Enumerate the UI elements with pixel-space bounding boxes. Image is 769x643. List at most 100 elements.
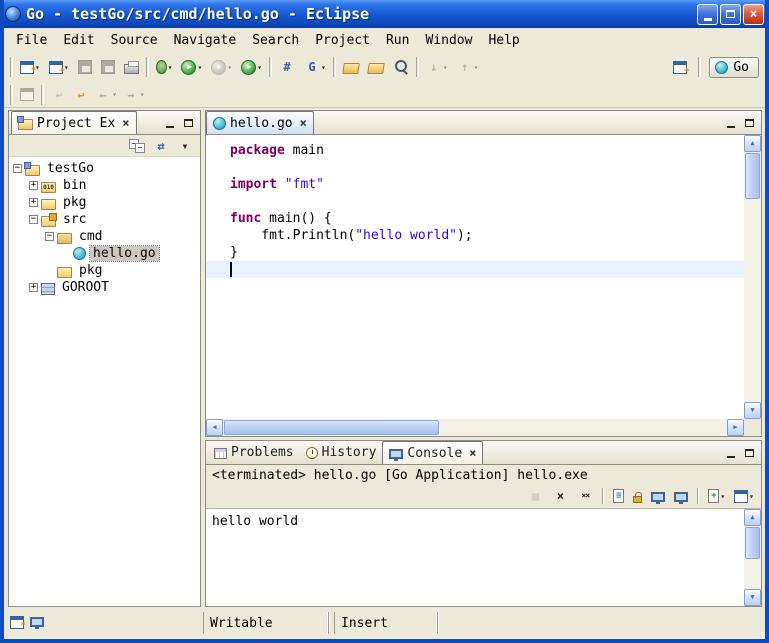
dropdown-arrow-icon[interactable]: ▾ bbox=[140, 90, 145, 99]
scroll-up-icon[interactable]: ▲ bbox=[744, 135, 761, 152]
close-icon[interactable]: × bbox=[300, 116, 307, 130]
menu-navigate[interactable]: Navigate bbox=[166, 31, 245, 50]
title-bar[interactable]: Go - testGo/src/cmd/hello.go - Eclipse × bbox=[0, 0, 769, 28]
dropdown-arrow-icon[interactable]: ▾ bbox=[197, 63, 202, 72]
dropdown-arrow-icon[interactable]: ▾ bbox=[443, 63, 448, 72]
tab-console[interactable]: Console× bbox=[382, 441, 483, 464]
display-selected-console-button[interactable] bbox=[671, 488, 691, 505]
maximize-view-button[interactable] bbox=[179, 115, 197, 131]
menu-project[interactable]: Project bbox=[307, 31, 378, 50]
menu-edit[interactable]: Edit bbox=[55, 31, 102, 50]
maximize-view-button[interactable] bbox=[740, 445, 758, 461]
tree-item-hello-go[interactable]: hello.go bbox=[9, 245, 200, 262]
scroll-right-icon[interactable]: ▶ bbox=[727, 419, 744, 436]
scroll-down-icon[interactable]: ▼ bbox=[744, 589, 761, 606]
code-line-7[interactable]: } bbox=[206, 244, 744, 261]
tab-project-explorer[interactable]: Project Ex × bbox=[11, 111, 137, 134]
pin-console-button[interactable] bbox=[648, 488, 668, 505]
run-button[interactable]: ▾ bbox=[178, 57, 205, 78]
minimize-view-button[interactable] bbox=[722, 115, 740, 131]
console-vertical-scrollbar[interactable]: ▲ ▼ bbox=[744, 509, 761, 606]
tree-item-testgo[interactable]: −testGo bbox=[9, 160, 200, 177]
menu-search[interactable]: Search bbox=[244, 31, 307, 50]
code-editor[interactable]: package main import "fmt" func main() { fm… bbox=[206, 135, 761, 436]
minimize-button[interactable] bbox=[697, 4, 718, 25]
link-with-editor-button[interactable] bbox=[150, 135, 172, 157]
tab-problems[interactable]: Problems bbox=[208, 441, 300, 464]
console-output[interactable]: hello world bbox=[206, 509, 744, 606]
minimize-view-button[interactable] bbox=[722, 445, 740, 461]
code-line-6[interactable]: fmt.Println("hello world"); bbox=[206, 227, 744, 244]
scrollbar-thumb[interactable] bbox=[745, 527, 760, 559]
tab-hello-go[interactable]: hello.go × bbox=[206, 111, 314, 134]
scroll-left-icon[interactable]: ◀ bbox=[206, 419, 223, 436]
fast-view-icon[interactable] bbox=[10, 616, 24, 629]
scrollbar-thumb[interactable] bbox=[745, 153, 760, 199]
external-tools-button[interactable]: ▾ bbox=[238, 57, 265, 78]
dropdown-arrow-icon[interactable]: ▾ bbox=[749, 492, 754, 501]
collapse-toggle-icon[interactable]: − bbox=[29, 215, 38, 224]
dropdown-arrow-icon[interactable]: ▾ bbox=[112, 90, 117, 99]
new-project-button[interactable]: ▾ bbox=[46, 58, 72, 77]
code-line-3[interactable]: import "fmt" bbox=[206, 176, 744, 193]
code-line-8[interactable] bbox=[206, 261, 744, 278]
menu-help[interactable]: Help bbox=[480, 31, 527, 50]
debug-button[interactable]: ▾ bbox=[153, 57, 176, 77]
expand-toggle-icon[interactable]: + bbox=[29, 181, 38, 190]
tree-item-pkg[interactable]: +pkg bbox=[9, 194, 200, 211]
editor-vertical-scrollbar[interactable]: ▲ ▼ bbox=[744, 135, 761, 419]
dropdown-arrow-icon[interactable]: ▾ bbox=[257, 63, 262, 72]
code-line-5[interactable]: func main() { bbox=[206, 210, 744, 227]
collapse-toggle-icon[interactable]: − bbox=[45, 232, 54, 241]
view-menu-button[interactable] bbox=[174, 135, 196, 157]
scrollbar-thumb[interactable] bbox=[224, 420, 439, 435]
clear-console-button[interactable] bbox=[610, 486, 627, 506]
menu-file[interactable]: File bbox=[8, 31, 55, 50]
tree-item-goroot[interactable]: +GOROOT bbox=[9, 279, 200, 296]
console-shortcut-icon[interactable] bbox=[30, 617, 44, 627]
tree-item-src[interactable]: −src bbox=[9, 211, 200, 228]
print-button[interactable] bbox=[121, 57, 142, 77]
dropdown-arrow-icon[interactable]: ▾ bbox=[474, 63, 479, 72]
maximize-view-button[interactable] bbox=[740, 115, 758, 131]
maximize-button[interactable] bbox=[720, 4, 741, 25]
scroll-down-icon[interactable]: ▼ bbox=[744, 402, 761, 419]
menu-source[interactable]: Source bbox=[103, 31, 166, 50]
last-edit-location-button[interactable] bbox=[70, 84, 92, 106]
go-perspective-button[interactable]: Go bbox=[709, 57, 759, 78]
scroll-lock-button[interactable] bbox=[630, 487, 645, 506]
menu-window[interactable]: Window bbox=[417, 31, 480, 50]
editor-horizontal-scrollbar[interactable]: ◀ ▶ bbox=[206, 419, 744, 436]
open-resource-button[interactable] bbox=[365, 57, 387, 77]
collapse-all-button[interactable] bbox=[126, 135, 148, 157]
collapse-toggle-icon[interactable]: − bbox=[13, 164, 22, 173]
search-button[interactable] bbox=[390, 56, 412, 78]
code-line-1[interactable]: package main bbox=[206, 142, 744, 159]
menu-run[interactable]: Run bbox=[378, 31, 417, 50]
open-console-button[interactable]: ▾ bbox=[705, 486, 728, 506]
tree-item-pkg[interactable]: pkg bbox=[9, 262, 200, 279]
remove-all-launches-button[interactable] bbox=[574, 485, 596, 507]
expand-toggle-icon[interactable]: + bbox=[29, 198, 38, 207]
open-perspective-button[interactable] bbox=[670, 58, 690, 77]
expand-toggle-icon[interactable]: + bbox=[29, 283, 38, 292]
go-symbol-button[interactable]: ▾ bbox=[301, 56, 329, 78]
scroll-up-icon[interactable]: ▲ bbox=[744, 509, 761, 526]
code-line-2[interactable] bbox=[206, 159, 744, 176]
tab-history[interactable]: History bbox=[300, 441, 383, 464]
code-area[interactable]: package main import "fmt" func main() { fm… bbox=[206, 135, 744, 419]
console-view-button[interactable]: ▾ bbox=[731, 487, 757, 506]
dropdown-arrow-icon[interactable]: ▾ bbox=[168, 63, 173, 72]
code-line-4[interactable] bbox=[206, 193, 744, 210]
new-go-element-button[interactable] bbox=[276, 56, 298, 78]
minimize-view-button[interactable] bbox=[161, 115, 179, 131]
dropdown-arrow-icon[interactable]: ▾ bbox=[227, 63, 232, 72]
dropdown-arrow-icon[interactable]: ▾ bbox=[720, 492, 725, 501]
close-icon[interactable]: × bbox=[122, 116, 129, 130]
tree-item-cmd[interactable]: −cmd bbox=[9, 228, 200, 245]
close-icon[interactable]: × bbox=[469, 446, 476, 460]
tree-item-bin[interactable]: +bin bbox=[9, 177, 200, 194]
new-wizard-button[interactable]: ▾ bbox=[17, 58, 43, 77]
open-type-button[interactable] bbox=[340, 57, 362, 77]
dropdown-arrow-icon[interactable]: ▾ bbox=[321, 63, 326, 72]
